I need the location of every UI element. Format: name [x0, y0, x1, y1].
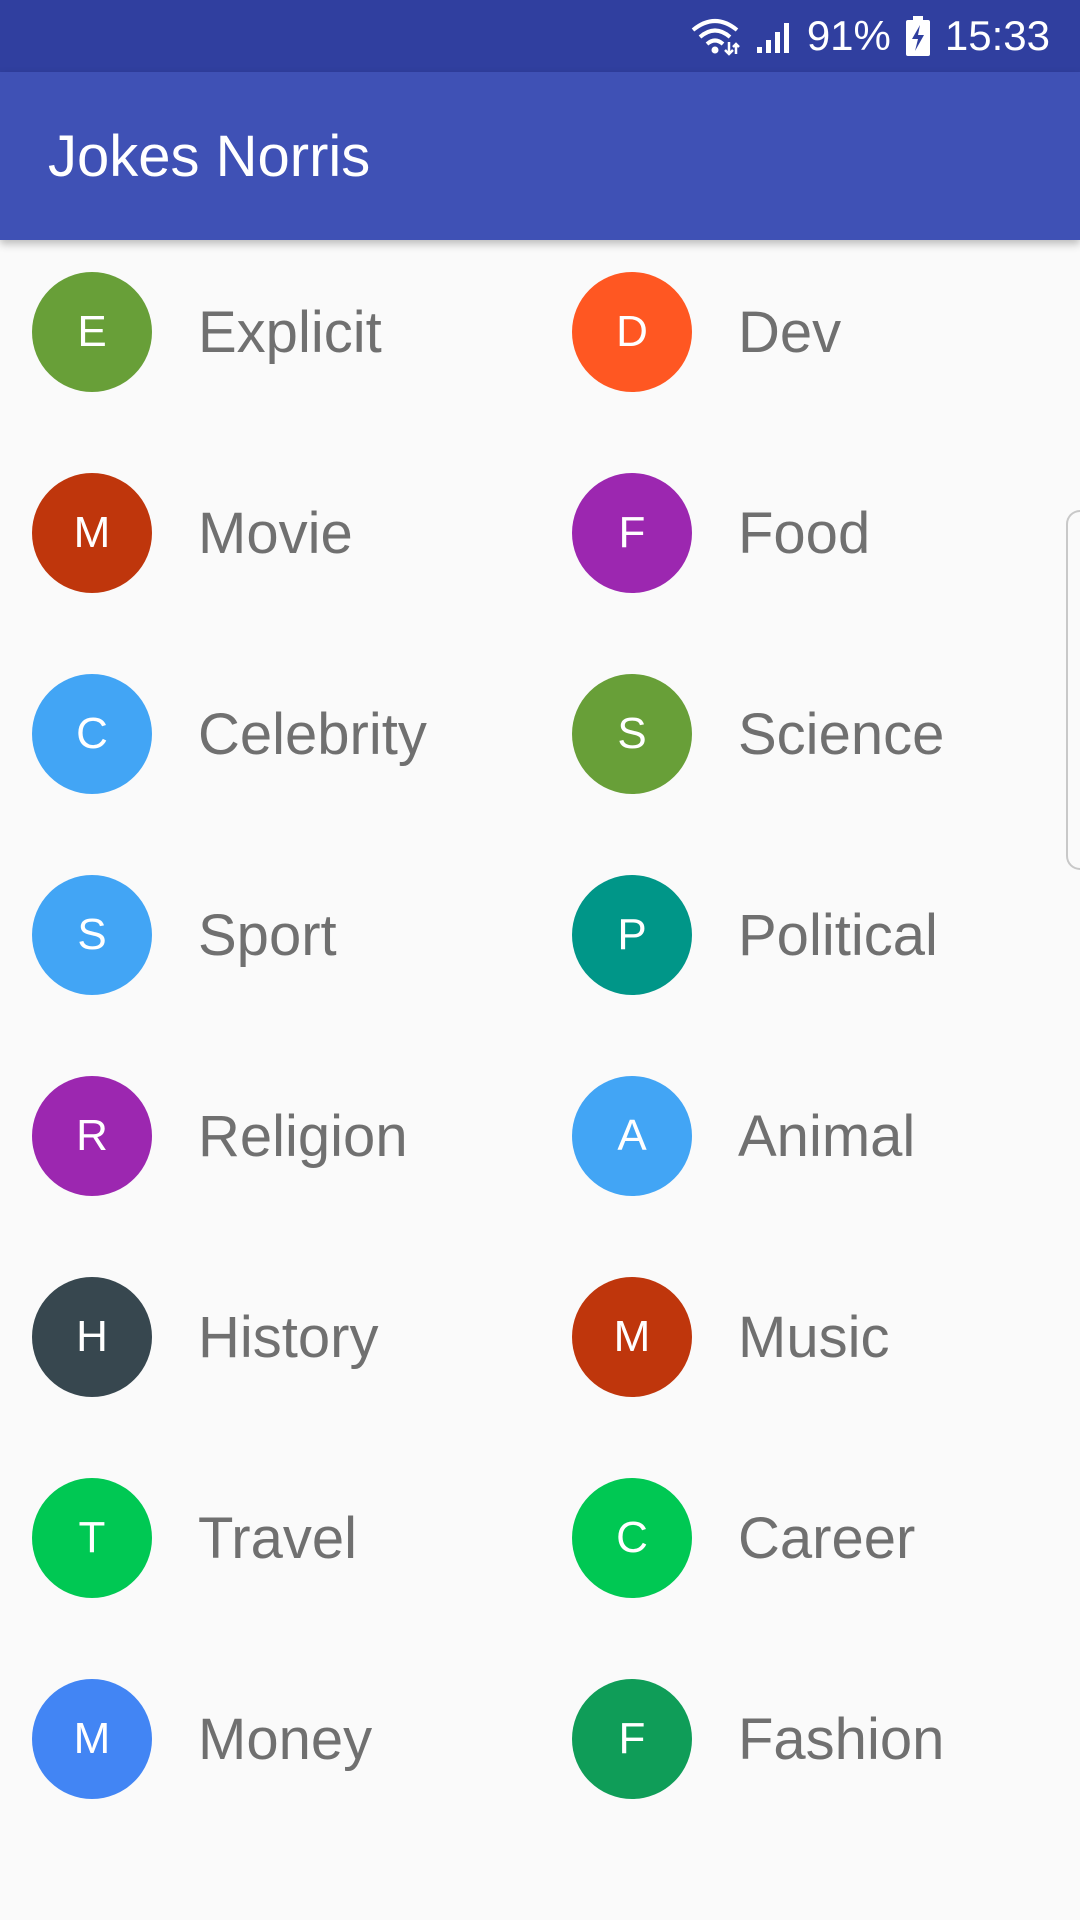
- category-label: Animal: [738, 1103, 916, 1169]
- category-label: Celebrity: [198, 701, 427, 767]
- wifi-icon: [689, 16, 741, 56]
- category-label: Movie: [198, 500, 353, 566]
- category-avatar: F: [572, 473, 692, 593]
- category-item-food[interactable]: F Food: [540, 473, 1080, 674]
- category-grid: E Explicit D Dev M Movie F Food C Celebrity S Scien…: [0, 240, 1080, 1920]
- category-item-history[interactable]: H History: [0, 1277, 540, 1478]
- category-label: Fashion: [738, 1706, 945, 1772]
- category-label: Music: [738, 1304, 890, 1370]
- category-item-sport[interactable]: S Sport: [0, 875, 540, 1076]
- battery-percent: 91%: [806, 12, 891, 59]
- category-avatar: E: [32, 272, 152, 392]
- category-item-animal[interactable]: A Animal: [540, 1076, 1080, 1277]
- category-item-dev[interactable]: D Dev: [540, 272, 1080, 473]
- category-avatar: M: [572, 1277, 692, 1397]
- signal-icon: [755, 17, 793, 55]
- category-item-science[interactable]: S Science: [540, 674, 1080, 875]
- category-label: Political: [738, 902, 938, 968]
- category-label: Dev: [738, 299, 842, 365]
- category-avatar: S: [32, 875, 152, 995]
- category-item-music[interactable]: M Music: [540, 1277, 1080, 1478]
- category-avatar: P: [572, 875, 692, 995]
- category-label: Sport: [198, 902, 337, 968]
- category-item-travel[interactable]: T Travel: [0, 1478, 540, 1679]
- status-bar: 91% 15:33: [0, 0, 1080, 72]
- category-avatar: D: [572, 272, 692, 392]
- fast-scroll-handle[interactable]: [1066, 510, 1080, 870]
- category-avatar: T: [32, 1478, 152, 1598]
- category-label: Explicit: [198, 299, 382, 365]
- category-avatar: H: [32, 1277, 152, 1397]
- category-label: Money: [198, 1706, 373, 1772]
- category-label: Science: [738, 701, 945, 767]
- app-title: Jokes Norris: [48, 123, 371, 189]
- category-label: Career: [738, 1505, 916, 1571]
- category-avatar: A: [572, 1076, 692, 1196]
- category-item-fashion[interactable]: F Fashion: [540, 1679, 1080, 1880]
- category-avatar: S: [572, 674, 692, 794]
- category-label: History: [198, 1304, 379, 1370]
- category-item-religion[interactable]: R Religion: [0, 1076, 540, 1277]
- category-item-career[interactable]: C Career: [540, 1478, 1080, 1679]
- category-avatar: C: [32, 674, 152, 794]
- category-item-political[interactable]: P Political: [540, 875, 1080, 1076]
- app-bar: Jokes Norris: [0, 72, 1080, 240]
- category-item-movie[interactable]: M Movie: [0, 473, 540, 674]
- category-item-celebrity[interactable]: C Celebrity: [0, 674, 540, 875]
- category-item-money[interactable]: M Money: [0, 1679, 540, 1880]
- category-label: Food: [738, 500, 871, 566]
- battery-charging-icon: [905, 15, 931, 57]
- category-avatar: R: [32, 1076, 152, 1196]
- category-avatar: F: [572, 1679, 692, 1799]
- category-avatar: C: [572, 1478, 692, 1598]
- category-label: Religion: [198, 1103, 408, 1169]
- status-time: 15:33: [944, 12, 1050, 59]
- category-label: Travel: [198, 1505, 357, 1571]
- category-item-explicit[interactable]: E Explicit: [0, 272, 540, 473]
- category-avatar: M: [32, 473, 152, 593]
- category-avatar: M: [32, 1679, 152, 1799]
